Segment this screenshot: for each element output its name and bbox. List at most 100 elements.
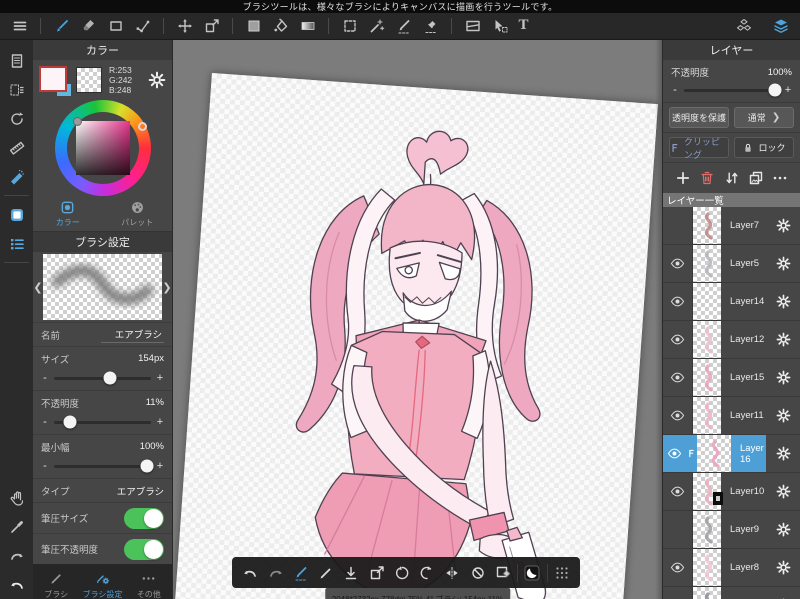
airbrush-button[interactable] <box>0 162 33 191</box>
tab-brush[interactable]: ブラシ <box>33 564 79 599</box>
delete-layer-button[interactable] <box>697 168 717 188</box>
layer-thumbnail[interactable] <box>693 359 721 396</box>
layer-thumbnail[interactable] <box>697 435 731 472</box>
reorder-layer-button[interactable] <box>722 168 742 188</box>
undo-button[interactable] <box>239 562 261 584</box>
divide-tool[interactable] <box>459 13 486 39</box>
layer-thumbnail[interactable] <box>693 207 721 244</box>
menu-tool[interactable] <box>6 13 33 39</box>
layer-visibility-toggle[interactable] <box>663 245 693 282</box>
minwidth-slider-thumb[interactable] <box>140 459 154 473</box>
undo-button[interactable] <box>0 570 33 599</box>
import-button[interactable] <box>366 562 388 584</box>
Layer 16[interactable]: Layer 16 <box>663 435 800 473</box>
layer-visibility-toggle[interactable] <box>663 435 685 472</box>
layer-visibility-toggle[interactable] <box>663 321 693 358</box>
layer-thumbnail[interactable] <box>693 245 721 282</box>
hand-button[interactable] <box>0 483 33 512</box>
Layer2[interactable]: Layer2 <box>663 587 800 599</box>
add-layer-button[interactable] <box>673 168 693 188</box>
Layer9[interactable]: Layer9 <box>663 511 800 549</box>
clipping-button[interactable]: クリッピング <box>669 137 729 160</box>
redo-button[interactable] <box>265 562 287 584</box>
sv-handle[interactable] <box>73 117 82 126</box>
redo-button[interactable] <box>0 541 33 570</box>
Layer12[interactable]: Layer12 <box>663 321 800 359</box>
layer-name[interactable]: Layer9 <box>721 511 766 548</box>
layer-settings-gear-icon[interactable] <box>766 549 800 586</box>
layer-name[interactable]: Layer8 <box>721 549 766 586</box>
pressure-size-toggle[interactable] <box>124 507 164 529</box>
layer-settings-gear-icon[interactable] <box>766 245 800 282</box>
layer-opacity-thumb[interactable] <box>768 83 782 97</box>
layer-visibility-toggle[interactable] <box>663 473 693 510</box>
polyline-tool[interactable] <box>129 13 156 39</box>
Layer7[interactable]: Layer7 <box>663 207 800 245</box>
lock-button[interactable]: ロック <box>734 137 794 158</box>
layer-name[interactable]: Layer11 <box>721 397 766 434</box>
hue-handle[interactable] <box>138 122 147 131</box>
color-wheel[interactable] <box>33 100 172 196</box>
color-panel-button[interactable] <box>0 200 33 229</box>
canvas[interactable] <box>173 73 658 599</box>
clear-button[interactable] <box>492 562 514 584</box>
Layer5[interactable]: Layer5 <box>663 245 800 283</box>
Layer10[interactable]: Layer10 <box>663 473 800 511</box>
select-eraser-tool[interactable] <box>417 13 444 39</box>
layer-settings-gear-icon[interactable] <box>766 359 800 396</box>
layer-settings-gear-icon[interactable] <box>766 511 800 548</box>
layer-visibility-toggle[interactable] <box>663 511 693 548</box>
layer-name[interactable]: Layer12 <box>721 321 766 358</box>
layer-visibility-toggle[interactable] <box>663 359 693 396</box>
layer-name[interactable]: Layer15 <box>721 359 766 396</box>
layer-thumbnail[interactable] <box>693 587 721 599</box>
tab-brush-settings[interactable]: ブラシ設定 <box>79 564 125 599</box>
layer-visibility-toggle[interactable] <box>663 397 693 434</box>
layer-name[interactable]: Layer7 <box>721 207 766 244</box>
magic-wand-tool[interactable] <box>363 13 390 39</box>
layer-visibility-toggle[interactable] <box>663 207 693 244</box>
minwidth-plus[interactable]: + <box>156 461 164 472</box>
protect-alpha-button[interactable]: 透明度を保護 <box>669 107 729 128</box>
layer-settings-gear-icon[interactable] <box>766 435 800 472</box>
swatch-tool[interactable] <box>240 13 267 39</box>
rotate-cw-button[interactable] <box>416 562 438 584</box>
text-tool[interactable]: T <box>513 13 540 39</box>
layer-thumbnail[interactable] <box>693 511 721 548</box>
Layer15[interactable]: Layer15 <box>663 359 800 397</box>
canvas-doc-button[interactable] <box>0 46 33 75</box>
layer-settings-gear-icon[interactable] <box>766 283 800 320</box>
workspace[interactable]: 2048*2732px 778dpi 75% 4° ブラシ: 154px 11% <box>173 40 662 599</box>
select-tool[interactable] <box>336 13 363 39</box>
size-slider-thumb[interactable] <box>103 371 117 385</box>
drag-handle-button[interactable] <box>551 562 573 584</box>
material-button[interactable] <box>730 13 757 39</box>
material-toggle-button[interactable] <box>521 562 543 584</box>
opacity-slider-thumb[interactable] <box>63 415 77 429</box>
brush-next-arrow[interactable]: ❯ <box>162 281 172 294</box>
save-button[interactable] <box>340 562 362 584</box>
rotate-view-button[interactable] <box>0 104 33 133</box>
Layer14[interactable]: Layer14 <box>663 283 800 321</box>
opacity-minus[interactable]: - <box>41 417 49 428</box>
layer-name[interactable]: Layer 16 <box>731 435 766 472</box>
layer-name[interactable]: Layer14 <box>721 283 766 320</box>
material-list-button[interactable] <box>0 229 33 258</box>
select-pen-tool[interactable] <box>390 13 417 39</box>
layer-settings-gear-icon[interactable] <box>766 397 800 434</box>
layer-visibility-toggle[interactable] <box>663 549 693 586</box>
no-rotate-button[interactable] <box>467 562 489 584</box>
tab-other[interactable]: その他 <box>126 564 172 599</box>
object-select-tool[interactable] <box>486 13 513 39</box>
layer-settings-gear-icon[interactable] <box>766 587 800 599</box>
color-settings-gear-icon[interactable] <box>148 71 166 89</box>
layer-name[interactable]: Layer2 <box>721 587 766 599</box>
layer-thumbnail[interactable] <box>693 283 721 320</box>
opacity-plus[interactable]: + <box>156 417 164 428</box>
layer-visibility-toggle[interactable] <box>663 283 693 320</box>
minwidth-minus[interactable]: - <box>41 461 49 472</box>
shape-tool[interactable] <box>102 13 129 39</box>
layer-thumbnail[interactable] <box>693 549 721 586</box>
layers-button[interactable] <box>767 13 794 39</box>
layer-name[interactable]: Layer5 <box>721 245 766 282</box>
